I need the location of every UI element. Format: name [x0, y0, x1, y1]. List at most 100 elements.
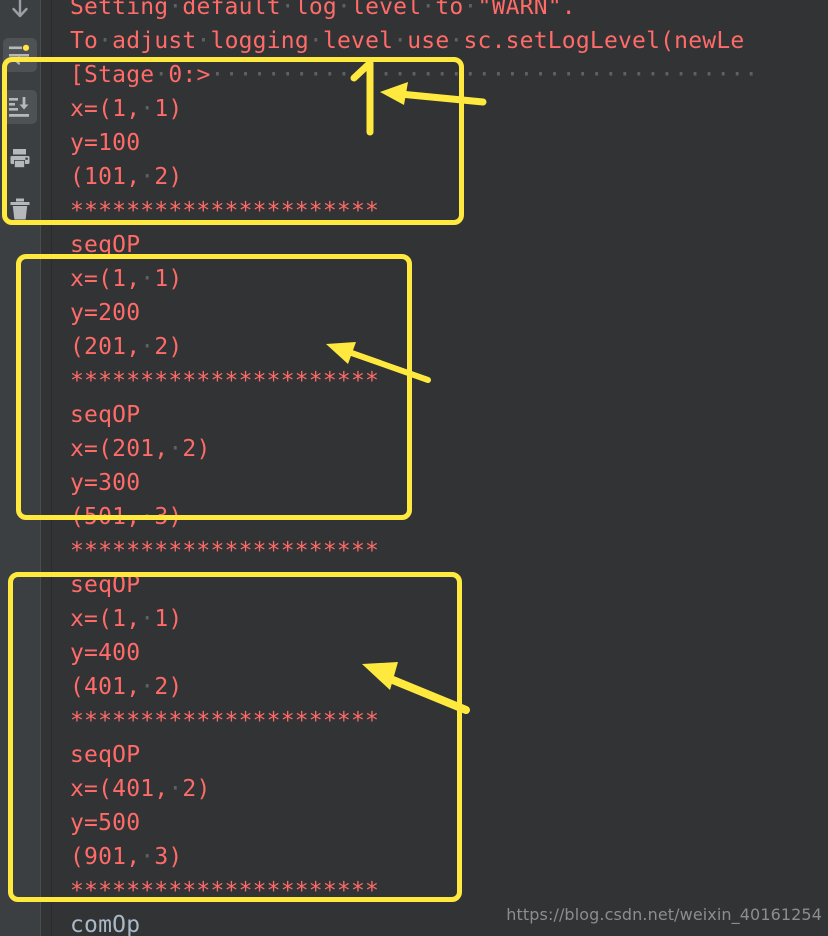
line-text: **********************	[70, 708, 380, 734]
watermark-text: https://blog.csdn.net/weixin_40161254	[506, 905, 822, 924]
scroll-to-end-button[interactable]	[3, 90, 37, 124]
console-line: **********************	[70, 194, 379, 228]
whitespace-dot: ·	[140, 674, 155, 700]
line-text: log	[294, 0, 337, 20]
line-text: 1)	[154, 266, 183, 292]
line-text: y=300	[70, 470, 141, 496]
trash-icon	[10, 198, 30, 220]
line-text: sc.setLogLevel(newLe	[463, 28, 745, 54]
whitespace-dot: ·	[393, 28, 408, 54]
console-output[interactable]: Setting·default·log·level·to·"WARN". To·a…	[50, 0, 828, 936]
line-text: 2)	[182, 436, 211, 462]
line-text: level	[322, 28, 394, 54]
line-text: **********************	[70, 198, 380, 224]
whitespace-dot: ·	[168, 776, 183, 802]
soft-wrap-button[interactable]	[3, 38, 37, 72]
line-text: 0:>	[168, 62, 211, 88]
line-text: seqOP	[70, 572, 141, 598]
line-text: 2)	[154, 674, 183, 700]
line-text: 1)	[154, 606, 183, 632]
line-text: (901,	[70, 844, 141, 870]
whitespace-dot: ·	[168, 436, 183, 462]
clear-all-button[interactable]	[3, 192, 37, 226]
console-line: (401,·2)	[70, 670, 182, 704]
line-text: seqOP	[70, 742, 141, 768]
line-text: (101,	[70, 164, 141, 190]
line-text: use	[407, 28, 450, 54]
console-line: x=(201,·2)	[70, 432, 211, 466]
whitespace-dot: ·	[140, 504, 155, 530]
line-text: y=500	[70, 810, 141, 836]
line-text: to	[435, 0, 464, 20]
whitespace-dot: ·	[154, 62, 169, 88]
whitespace-dot: ·	[421, 0, 436, 20]
line-text: x=(401,	[70, 776, 169, 802]
whitespace-dot: ·	[280, 0, 295, 20]
console-line: Setting·default·log·level·to·"WARN".	[70, 0, 576, 24]
console-line: seqOP	[70, 738, 140, 772]
line-text: (201,	[70, 334, 141, 360]
line-text: (401,	[70, 674, 141, 700]
line-text: **********************	[70, 538, 380, 564]
console-line: y=200	[70, 296, 140, 330]
line-text: [Stage	[70, 62, 155, 88]
line-text: x=(1,	[70, 96, 141, 122]
console-line: **********************	[70, 704, 379, 738]
whitespace-dot: ·	[140, 266, 155, 292]
line-text: x=(1,	[70, 606, 141, 632]
line-text: default	[182, 0, 281, 20]
console-line: comOp	[70, 908, 140, 936]
console-line: y=400	[70, 636, 140, 670]
line-text: 2)	[154, 164, 183, 190]
line-text: "WARN".	[477, 0, 576, 20]
console-line: (101,·2)	[70, 160, 182, 194]
console-line: y=100	[70, 126, 140, 160]
scroll-to-end-icon	[9, 97, 29, 117]
whitespace-dot: ·	[168, 0, 183, 20]
line-text: x=(201,	[70, 436, 169, 462]
whitespace-dot: ·	[463, 0, 478, 20]
line-text: x=(1,	[70, 266, 141, 292]
whitespace-dot: ·	[140, 164, 155, 190]
whitespace-dot: ·	[140, 96, 155, 122]
console-line: x=(401,·2)	[70, 772, 211, 806]
console-line: seqOP	[70, 228, 140, 262]
whitespace-dot: ·	[140, 606, 155, 632]
console-line: y=300	[70, 466, 140, 500]
console-line: (501,·3)	[70, 500, 182, 534]
print-button[interactable]	[3, 142, 37, 176]
line-text: (501,	[70, 504, 141, 530]
line-text: To	[70, 28, 99, 54]
console-line: **********************	[70, 874, 379, 908]
whitespace-dot: ·	[336, 0, 352, 20]
print-icon	[10, 149, 30, 168]
console-line: y=500	[70, 806, 140, 840]
line-text: 2)	[182, 776, 211, 802]
line-text: 3)	[154, 504, 183, 530]
line-text: level	[351, 0, 422, 20]
whitespace-dot: ·	[308, 28, 323, 54]
console-line: (201,·2)	[70, 330, 182, 364]
line-text: seqOP	[70, 402, 141, 428]
console-line: To·adjust·logging·level·use·sc.setLogLev…	[70, 24, 744, 58]
annotation-arrow-2	[326, 342, 431, 383]
line-text: 3)	[154, 844, 183, 870]
line-text: logging	[210, 28, 309, 54]
line-text: 2)	[154, 334, 183, 360]
line-text: adjust	[112, 28, 197, 54]
console-window: Setting·default·log·level·to·"WARN". To·a…	[0, 0, 828, 936]
console-line: x=(1,·1)	[70, 262, 182, 296]
line-text: **********************	[70, 878, 380, 904]
whitespace-dot: ·	[449, 28, 464, 54]
line-text: comOp	[70, 912, 141, 936]
console-line: x=(1,·1)	[70, 602, 182, 636]
line-text: Setting	[70, 0, 169, 20]
whitespace-dot: ·	[196, 28, 211, 54]
line-text: y=200	[70, 300, 141, 326]
console-line: (901,·3)	[70, 840, 182, 874]
console-line: seqOP	[70, 398, 140, 432]
line-text: seqOP	[70, 232, 141, 258]
line-text: 1)	[154, 96, 183, 122]
scroll-down-icon-button[interactable]	[3, 0, 37, 26]
scroll-down-icon	[12, 0, 28, 18]
